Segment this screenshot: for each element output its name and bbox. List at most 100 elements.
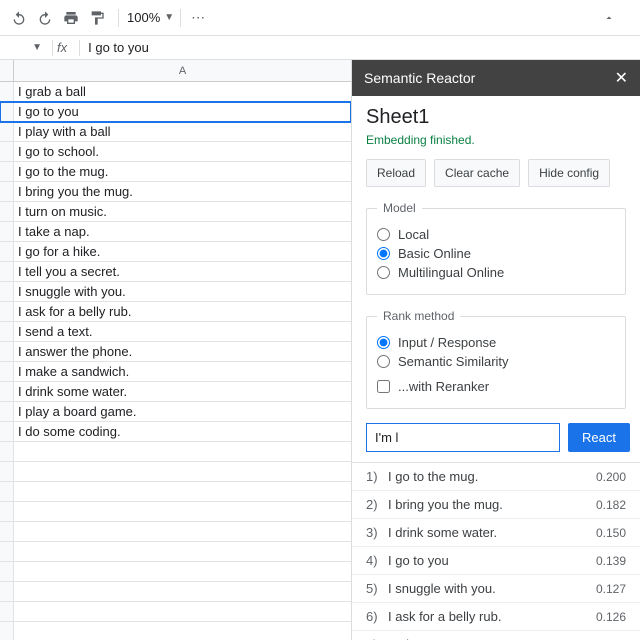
row-gutter[interactable] xyxy=(0,182,14,201)
row-gutter[interactable] xyxy=(0,262,14,281)
cell[interactable]: I play with a ball xyxy=(14,122,351,141)
row-gutter[interactable] xyxy=(0,242,14,261)
row-gutter[interactable] xyxy=(0,322,14,341)
table-row[interactable]: I go for a hike. xyxy=(0,242,351,262)
cell[interactable]: I play a board game. xyxy=(14,402,351,421)
row-gutter[interactable] xyxy=(0,222,14,241)
more-icon[interactable]: ⋯ xyxy=(187,7,209,29)
row-gutter[interactable] xyxy=(0,142,14,161)
cell[interactable] xyxy=(14,562,351,581)
row-gutter[interactable] xyxy=(0,382,14,401)
cell[interactable]: I go to you xyxy=(14,102,351,121)
name-box[interactable]: ▼ xyxy=(0,42,48,53)
table-row[interactable] xyxy=(0,442,351,462)
model-radio[interactable] xyxy=(377,266,390,279)
table-row[interactable]: I go to school. xyxy=(0,142,351,162)
table-row[interactable]: I snuggle with you. xyxy=(0,282,351,302)
formula-input[interactable] xyxy=(84,40,640,55)
row-gutter[interactable] xyxy=(0,562,14,581)
reload-button[interactable]: Reload xyxy=(366,159,426,187)
cell[interactable] xyxy=(14,602,351,621)
table-row[interactable]: I make a sandwich. xyxy=(0,362,351,382)
model-option[interactable]: Local xyxy=(377,227,615,242)
cell[interactable] xyxy=(14,582,351,601)
cell[interactable]: I go to the mug. xyxy=(14,162,351,181)
cell[interactable]: I drink some water. xyxy=(14,382,351,401)
table-row[interactable]: I drink some water. xyxy=(0,382,351,402)
row-gutter[interactable] xyxy=(0,582,14,601)
cell[interactable]: I go to school. xyxy=(14,142,351,161)
result-row[interactable]: 4)I go to you0.139 xyxy=(352,547,640,575)
result-row[interactable]: 3)I drink some water.0.150 xyxy=(352,519,640,547)
clear-cache-button[interactable]: Clear cache xyxy=(434,159,520,187)
table-row[interactable]: I turn on music. xyxy=(0,202,351,222)
model-radio[interactable] xyxy=(377,247,390,260)
rank-radio[interactable] xyxy=(377,355,390,368)
table-row[interactable]: I play with a ball xyxy=(0,122,351,142)
chevron-down-icon[interactable]: ▼ xyxy=(164,12,174,23)
row-gutter[interactable] xyxy=(0,162,14,181)
undo-icon[interactable] xyxy=(8,7,30,29)
cell[interactable] xyxy=(14,542,351,561)
cell[interactable] xyxy=(14,482,351,501)
table-row[interactable] xyxy=(0,542,351,562)
row-gutter[interactable] xyxy=(0,102,14,121)
table-row[interactable]: I answer the phone. xyxy=(0,342,351,362)
row-gutter[interactable] xyxy=(0,402,14,421)
cell[interactable]: I answer the phone. xyxy=(14,342,351,361)
zoom-level[interactable]: 100% xyxy=(127,10,160,25)
row-gutter[interactable] xyxy=(0,362,14,381)
row-gutter[interactable] xyxy=(0,542,14,561)
model-radio[interactable] xyxy=(377,228,390,241)
result-row[interactable]: 1)I go to the mug.0.200 xyxy=(352,463,640,491)
table-row[interactable]: I go to the mug. xyxy=(0,162,351,182)
redo-icon[interactable] xyxy=(34,7,56,29)
cell[interactable] xyxy=(14,622,351,640)
cell[interactable]: I bring you the mug. xyxy=(14,182,351,201)
print-icon[interactable] xyxy=(60,7,82,29)
cell[interactable] xyxy=(14,442,351,461)
table-row[interactable] xyxy=(0,602,351,622)
table-row[interactable]: I play a board game. xyxy=(0,402,351,422)
cell[interactable]: I send a text. xyxy=(14,322,351,341)
table-row[interactable]: I do some coding. xyxy=(0,422,351,442)
rank-option[interactable]: Semantic Similarity xyxy=(377,354,615,369)
cell[interactable] xyxy=(14,522,351,541)
table-row[interactable]: I tell you a secret. xyxy=(0,262,351,282)
table-row[interactable]: I grab a ball xyxy=(0,82,351,102)
cell[interactable]: I tell you a secret. xyxy=(14,262,351,281)
result-row[interactable]: 5)I snuggle with you.0.127 xyxy=(352,575,640,603)
paint-format-icon[interactable] xyxy=(86,7,108,29)
cell[interactable]: I grab a ball xyxy=(14,82,351,101)
collapse-toolbar-icon[interactable] xyxy=(598,7,620,29)
rank-option[interactable]: Input / Response xyxy=(377,335,615,350)
model-option[interactable]: Basic Online xyxy=(377,246,615,261)
table-row[interactable]: I bring you the mug. xyxy=(0,182,351,202)
model-option[interactable]: Multilingual Online xyxy=(377,265,615,280)
row-gutter[interactable] xyxy=(0,442,14,461)
table-row[interactable] xyxy=(0,502,351,522)
table-row[interactable] xyxy=(0,622,351,640)
row-gutter[interactable] xyxy=(0,482,14,501)
cell[interactable]: I do some coding. xyxy=(14,422,351,441)
rank-radio[interactable] xyxy=(377,336,390,349)
row-gutter[interactable] xyxy=(0,302,14,321)
row-gutter[interactable] xyxy=(0,202,14,221)
result-row[interactable]: 6)I ask for a belly rub.0.126 xyxy=(352,603,640,631)
row-gutter[interactable] xyxy=(0,122,14,141)
cell[interactable]: I make a sandwich. xyxy=(14,362,351,381)
result-row[interactable]: 7)I take a nap.0.116 xyxy=(352,631,640,640)
result-row[interactable]: 2)I bring you the mug.0.182 xyxy=(352,491,640,519)
table-row[interactable] xyxy=(0,582,351,602)
row-gutter[interactable] xyxy=(0,522,14,541)
table-row[interactable]: I ask for a belly rub. xyxy=(0,302,351,322)
cell[interactable]: I snuggle with you. xyxy=(14,282,351,301)
row-gutter[interactable] xyxy=(0,282,14,301)
row-gutter[interactable] xyxy=(0,422,14,441)
cell[interactable]: I turn on music. xyxy=(14,202,351,221)
cell[interactable]: I take a nap. xyxy=(14,222,351,241)
table-row[interactable] xyxy=(0,562,351,582)
row-gutter[interactable] xyxy=(0,502,14,521)
table-row[interactable]: I send a text. xyxy=(0,322,351,342)
cell[interactable] xyxy=(14,462,351,481)
